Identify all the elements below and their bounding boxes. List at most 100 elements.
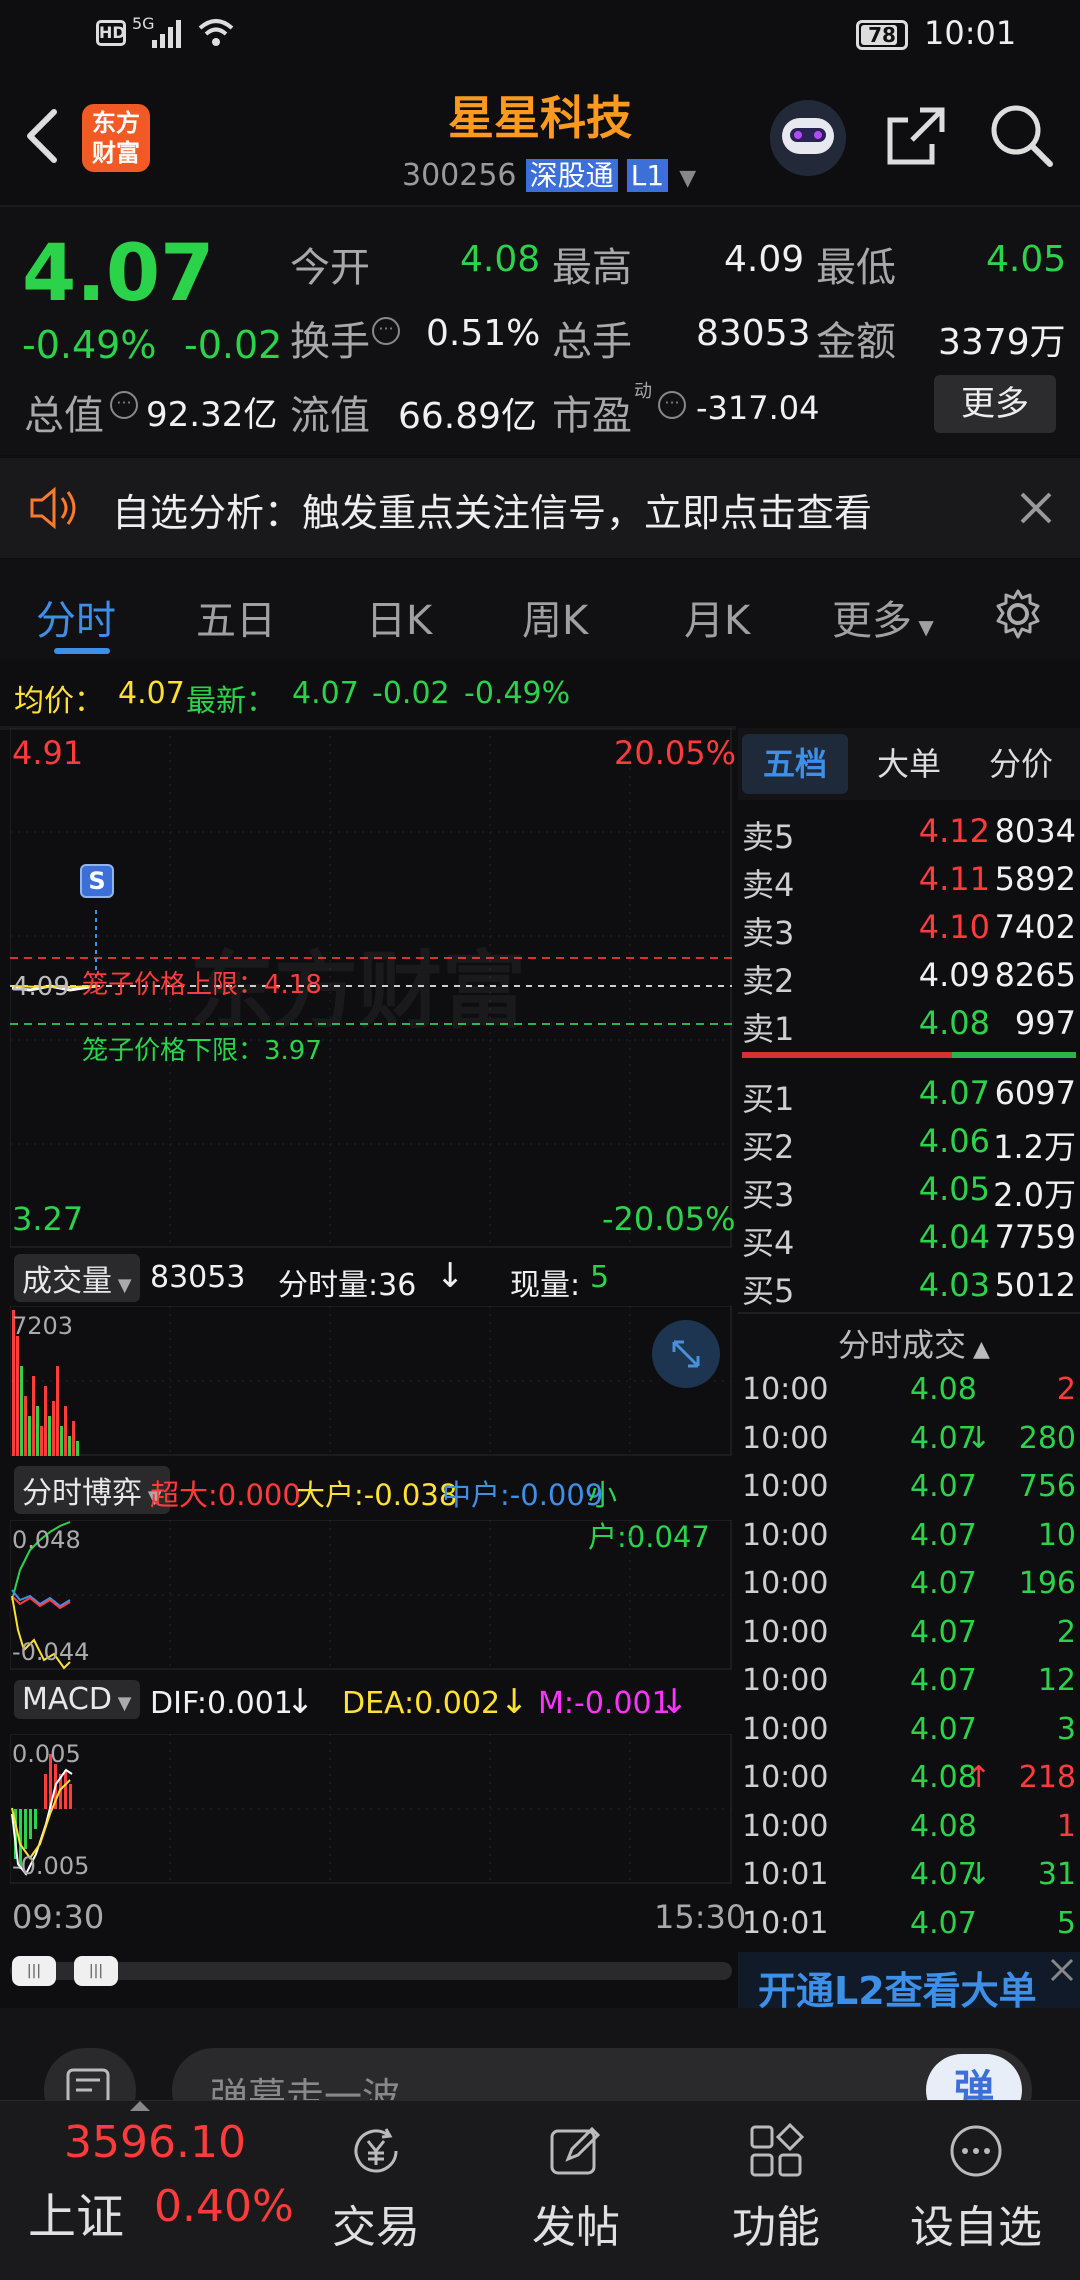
info-icon[interactable]: ··· bbox=[658, 391, 686, 419]
l2-banner[interactable]: 开通L2查看大单 bbox=[738, 1952, 1080, 2013]
tab-monthly-k[interactable]: 月K bbox=[684, 588, 750, 646]
robot-avatar-icon[interactable] bbox=[770, 100, 846, 176]
tick-price: 4.07 bbox=[910, 1711, 977, 1747]
axis-bottom-pct: -20.05% bbox=[602, 1200, 736, 1238]
bid-row[interactable]: 买4 4.04 7759 bbox=[742, 1214, 1076, 1262]
bid-price: 4.03 bbox=[918, 1266, 990, 1304]
tick-direction-icon: ↓ bbox=[966, 1420, 992, 1456]
tick-volume: 10 bbox=[1037, 1517, 1076, 1553]
info-icon[interactable]: ··· bbox=[372, 317, 400, 345]
avg-label: 均价： bbox=[14, 684, 104, 719]
close-icon[interactable] bbox=[1018, 490, 1054, 526]
ref-price-label: 4.09 bbox=[12, 972, 70, 1002]
latest-label: 最新： bbox=[186, 684, 276, 719]
signal-marker[interactable]: S bbox=[80, 864, 114, 898]
gear-icon[interactable] bbox=[992, 588, 1044, 640]
connect-badge: 深股通 bbox=[525, 159, 618, 192]
ask-row[interactable]: 卖5 4.12 8034 bbox=[742, 808, 1076, 856]
info-icon[interactable]: ··· bbox=[110, 391, 138, 419]
edit-icon bbox=[550, 2126, 601, 2175]
scroll-handle-right[interactable]: ||| bbox=[74, 1956, 118, 1986]
more-dots-icon bbox=[950, 2125, 1002, 2177]
ask-row[interactable]: 卖2 4.09 8265 bbox=[742, 952, 1076, 1000]
tab-more[interactable]: 更多 ▼ bbox=[832, 588, 934, 646]
bid-row[interactable]: 买3 4.05 2.0万 bbox=[742, 1166, 1076, 1214]
tick-volume: 31 bbox=[1037, 1857, 1076, 1892]
index-name: 上证 bbox=[28, 2189, 125, 2245]
bid-volume: 2.0万 bbox=[993, 1176, 1076, 1214]
flow-selector[interactable]: 分时博弈 ▼ bbox=[14, 1466, 170, 1514]
nav-functions[interactable]: 功能 bbox=[676, 2101, 876, 2280]
bid-row[interactable]: 买1 4.07 6097 bbox=[742, 1070, 1076, 1118]
tick-time: 10:00 bbox=[742, 1469, 829, 1504]
share-icon[interactable] bbox=[884, 104, 948, 168]
tick-time: 10:00 bbox=[742, 1566, 829, 1601]
side-tabs: 五档 大单 分价 bbox=[738, 728, 1080, 800]
index-ticker[interactable]: 3596.10 上证 0.40% bbox=[0, 2101, 300, 2280]
l2-banner-text: 开通L2查看大单 bbox=[758, 1969, 1037, 2013]
bid-volume: 6097 bbox=[994, 1074, 1076, 1112]
quote-panel: 4.07 -0.49% -0.02 今开 4.08 最高 4.09 最低 4.0… bbox=[0, 205, 1080, 455]
volume-chart[interactable]: 7203 bbox=[9, 1305, 732, 1456]
close-icon[interactable] bbox=[1048, 1956, 1076, 1984]
flow-bottom-label: -0.044 bbox=[12, 1638, 90, 1666]
back-icon[interactable] bbox=[22, 106, 62, 166]
down-arrow-icon: ↓ bbox=[660, 1682, 689, 1722]
last-price: 4.07 bbox=[22, 229, 215, 319]
side-tab-big-orders[interactable]: 大单 bbox=[856, 734, 962, 794]
latest-change: -0.02 bbox=[372, 676, 450, 711]
upper-limit-label: 笼子价格上限：4.18 bbox=[82, 970, 322, 1000]
flow-lines bbox=[9, 1519, 732, 1670]
ask-volume: 7402 bbox=[994, 908, 1076, 946]
wifi-icon bbox=[198, 19, 234, 46]
analysis-banner[interactable]: 自选分析：触发重点关注信号，立即点击查看 bbox=[0, 458, 1080, 558]
ask-label: 卖3 bbox=[742, 914, 795, 952]
tick-volume: 196 bbox=[1018, 1566, 1076, 1601]
bid-label: 买2 bbox=[742, 1128, 795, 1166]
latest-value: 4.07 bbox=[292, 676, 359, 711]
side-tab-five-level[interactable]: 五档 bbox=[742, 734, 848, 794]
macd-chart[interactable]: 0.005 -0.005 bbox=[9, 1733, 732, 1884]
tab-weekly-k[interactable]: 周K bbox=[522, 588, 588, 646]
tab-daily-k[interactable]: 日K bbox=[366, 588, 432, 646]
yen-cycle-icon bbox=[354, 2128, 398, 2173]
amount-label: 金额 bbox=[816, 319, 896, 365]
ask-row[interactable]: 卖3 4.10 7402 bbox=[742, 904, 1076, 952]
status-bar: HD 5G 78 10:01 bbox=[0, 0, 1080, 70]
search-icon[interactable] bbox=[988, 102, 1054, 168]
macd-selector[interactable]: MACD ▼ bbox=[14, 1680, 140, 1719]
tick-price: 4.08 bbox=[910, 1372, 977, 1407]
bid-price: 4.07 bbox=[918, 1074, 990, 1112]
tick-time: 10:00 bbox=[742, 1420, 829, 1456]
axis-top-pct: 20.05% bbox=[614, 734, 737, 772]
bid-row[interactable]: 买5 4.03 5012 bbox=[742, 1262, 1076, 1310]
expand-icon[interactable] bbox=[652, 1320, 720, 1388]
tab-5day[interactable]: 五日 bbox=[196, 588, 276, 646]
flow-chart[interactable]: 0.048 -0.044 bbox=[9, 1519, 732, 1670]
tab-intraday[interactable]: 分时 bbox=[36, 588, 116, 646]
intraday-chart[interactable]: 东方财富 4.91 20.05% 3.27 -20.05% 4.09 笼子价格上… bbox=[10, 728, 736, 1248]
clock: 10:01 bbox=[924, 14, 1017, 52]
macd-dea: DEA:0.002 bbox=[342, 1686, 501, 1721]
high-label: 最高 bbox=[552, 245, 632, 291]
side-tab-price-dist[interactable]: 分价 bbox=[968, 734, 1074, 794]
bid-row[interactable]: 买2 4.06 1.2万 bbox=[742, 1118, 1076, 1166]
stock-code-row[interactable]: 300256 深股通 L1 ▼ bbox=[402, 154, 696, 194]
app-logo: 东方 财富 bbox=[82, 104, 150, 172]
ticks-title[interactable]: 分时成交 ▲ bbox=[838, 1320, 990, 1366]
chart-scrollbar[interactable]: ||| ||| bbox=[10, 1956, 732, 1986]
scroll-handle-left[interactable]: ||| bbox=[12, 1956, 56, 1986]
ask-row[interactable]: 卖4 4.11 5892 bbox=[742, 856, 1076, 904]
time-start: 09:30 bbox=[12, 1898, 105, 1936]
tick-row: 10:00 4.07 756 bbox=[742, 1465, 1076, 1513]
volume-selector[interactable]: 成交量 ▼ bbox=[14, 1254, 140, 1302]
nav-add-watchlist[interactable]: 设自选 bbox=[876, 2101, 1076, 2280]
more-button[interactable]: 更多 bbox=[934, 375, 1056, 433]
ask-row[interactable]: 卖1 4.08 997 bbox=[742, 1000, 1076, 1048]
macd-header: MACD ▼ DIF:0.001 ↓ DEA:0.002 ↓ M:-0.001 … bbox=[10, 1672, 732, 1732]
nav-trade[interactable]: 交易 bbox=[276, 2101, 476, 2280]
tick-time: 10:00 bbox=[742, 1760, 829, 1795]
mktcap-label: 总值 bbox=[24, 393, 104, 439]
change-value: -0.02 bbox=[184, 323, 283, 367]
nav-post[interactable]: 发帖 bbox=[476, 2101, 676, 2280]
